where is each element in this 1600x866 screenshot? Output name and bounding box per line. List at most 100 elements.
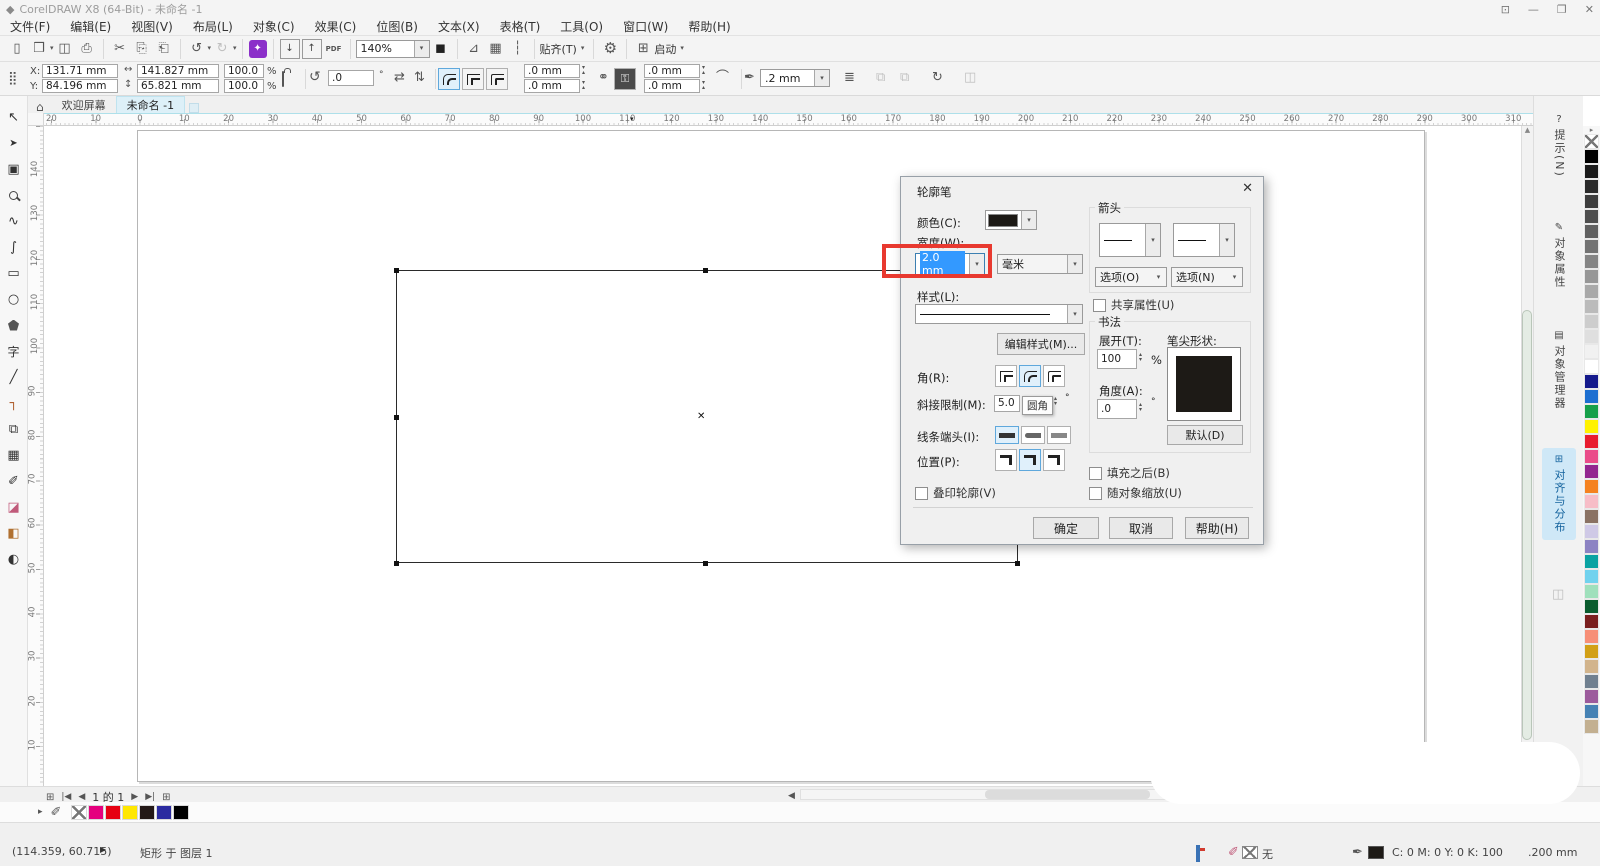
open-icon[interactable]: ❒: [29, 39, 49, 59]
palette-color-swatch[interactable]: [1584, 464, 1599, 479]
menu-text[interactable]: 文本(X): [428, 18, 490, 35]
horizontal-scrollbar-thumb[interactable]: [985, 790, 1150, 799]
transparency-tool[interactable]: ◐: [3, 546, 25, 572]
overprint-outline-checkbox[interactable]: [915, 487, 928, 500]
mirror-vertical-icon[interactable]: ⇅: [414, 71, 425, 84]
docker-tab-hints[interactable]: ? 提示(N): [1542, 108, 1576, 184]
polygon-tool[interactable]: [3, 312, 25, 338]
palette-color-swatch[interactable]: [1584, 554, 1599, 569]
arrow-options-n-button[interactable]: 选项(N) ▾: [1171, 267, 1243, 287]
corner-radius-3-spinner[interactable]: ▾▴: [702, 65, 705, 75]
zoom-level-combo[interactable]: 140% ▾: [356, 40, 430, 58]
save-icon[interactable]: ◫: [55, 39, 75, 59]
publish-pdf-icon[interactable]: PDF: [324, 39, 344, 59]
menu-layout[interactable]: 布局(L): [183, 18, 243, 35]
end-arrowhead-combo[interactable]: ▾: [1173, 223, 1235, 257]
nib-shape-preview[interactable]: [1167, 347, 1241, 421]
outline-position-center-button[interactable]: [1019, 449, 1041, 471]
fill-none-swatch[interactable]: [1242, 846, 1258, 859]
start-arrowhead-dropdown[interactable]: ▾: [1145, 224, 1160, 256]
palette-color-swatch[interactable]: [1584, 254, 1599, 269]
palette-scroll-up-icon[interactable]: ▸: [1583, 126, 1600, 134]
scale-with-object-checkbox[interactable]: [1089, 487, 1102, 500]
palette-color-swatch[interactable]: [1584, 419, 1599, 434]
cap-butt-button[interactable]: [995, 426, 1019, 444]
behind-fill-checkbox[interactable]: [1089, 467, 1102, 480]
palette-color-swatch[interactable]: [1584, 269, 1599, 284]
palette-color-swatch[interactable]: [1584, 494, 1599, 509]
menu-window[interactable]: 窗口(W): [613, 18, 678, 35]
corner-radius-4-spinner[interactable]: ▾▴: [702, 80, 705, 90]
corner-radius-1-field[interactable]: .0 mm: [524, 64, 580, 78]
menu-tools[interactable]: 工具(O): [550, 18, 613, 35]
menu-table[interactable]: 表格(T): [490, 18, 551, 35]
end-arrowhead-dropdown[interactable]: ▾: [1219, 224, 1234, 256]
palette-color-swatch[interactable]: [1584, 509, 1599, 524]
document-palette-swatch[interactable]: [71, 805, 87, 820]
palette-color-swatch[interactable]: [1584, 314, 1599, 329]
palette-color-swatch[interactable]: [1584, 704, 1599, 719]
menu-effects[interactable]: 效果(C): [305, 18, 367, 35]
palette-color-swatch[interactable]: [1584, 434, 1599, 449]
style-dropdown[interactable]: ▾: [1067, 305, 1082, 323]
palette-color-swatch[interactable]: [1584, 209, 1599, 224]
copy-icon[interactable]: ⎘: [132, 39, 152, 59]
palette-color-swatch[interactable]: [1584, 359, 1599, 374]
cut-icon[interactable]: ✂: [110, 39, 130, 59]
corner-bevel-button[interactable]: [1043, 365, 1065, 387]
show-grid-icon[interactable]: ▦: [486, 39, 506, 59]
palette-color-swatch[interactable]: [1584, 344, 1599, 359]
search-content-icon[interactable]: ✦: [249, 40, 267, 58]
nib-angle-spinner[interactable]: ▴▾: [1139, 402, 1142, 412]
default-button[interactable]: 默认(D): [1167, 425, 1243, 445]
menu-object[interactable]: 对象(C): [243, 18, 305, 35]
palette-color-swatch[interactable]: [1584, 179, 1599, 194]
ellipse-tool[interactable]: ○: [3, 286, 25, 312]
pick-tool[interactable]: ↖: [3, 104, 25, 130]
new-tab-button[interactable]: [189, 103, 199, 113]
selection-handle[interactable]: [703, 268, 708, 273]
proof-colors-icon[interactable]: [1196, 845, 1200, 862]
selection-handle[interactable]: [394, 561, 399, 566]
outline-width-combo[interactable]: .2 mm ▾: [760, 69, 830, 87]
lock-ratio-icon[interactable]: [282, 71, 284, 87]
width-field[interactable]: 141.827 mm: [137, 64, 219, 78]
corner-radius-2-field[interactable]: .0 mm: [524, 79, 580, 93]
palette-color-swatch[interactable]: [1584, 569, 1599, 584]
close-button[interactable]: ✕: [1585, 3, 1594, 16]
stretch-spinner[interactable]: ▴▾: [1139, 352, 1142, 362]
account-icon[interactable]: ⊡: [1501, 3, 1510, 16]
palette-color-swatch[interactable]: [1584, 659, 1599, 674]
shape-tool[interactable]: ➤: [3, 130, 25, 156]
transparency-icon[interactable]: ◫: [964, 71, 976, 84]
palette-color-swatch[interactable]: [1584, 614, 1599, 629]
options-gear-icon[interactable]: ⚙: [600, 39, 620, 59]
arrow-options-o-button[interactable]: 选项(O) ▾: [1095, 267, 1167, 287]
snap-to-dropdown[interactable]: ▾: [581, 45, 585, 52]
horizontal-ruler[interactable]: 2010010203040506070809010011012013014015…: [44, 113, 1533, 126]
ruler-origin-box[interactable]: [28, 113, 44, 126]
scroll-up-arrow[interactable]: ▲: [1522, 126, 1533, 134]
outline-width-dropdown[interactable]: ▾: [814, 70, 829, 86]
tab-untitled-document[interactable]: 未命名 -1: [116, 96, 185, 113]
docker-tab-object-manager[interactable]: ▤ 对象管理器: [1542, 324, 1576, 416]
stretch-field[interactable]: 100: [1097, 349, 1137, 369]
zoom-level-dropdown[interactable]: ▾: [414, 41, 429, 57]
cancel-button[interactable]: 取消: [1109, 517, 1173, 539]
corner-radius-1-spinner[interactable]: ▾▴: [582, 65, 585, 75]
tab-welcome-screen[interactable]: 欢迎屏幕: [52, 96, 116, 113]
freehand-tool[interactable]: ∿: [3, 208, 25, 234]
docker-collapsed-icon[interactable]: ◫: [1552, 588, 1564, 601]
artistic-media-tool[interactable]: ∫: [3, 234, 25, 260]
selection-handle[interactable]: [1015, 561, 1020, 566]
minimize-button[interactable]: —: [1528, 3, 1539, 16]
palette-color-swatch[interactable]: [1584, 629, 1599, 644]
selection-handle[interactable]: [394, 268, 399, 273]
eraser-tool[interactable]: ◪: [3, 494, 25, 520]
corner-radius-3-field[interactable]: .0 mm: [644, 64, 700, 78]
relative-corner-icon[interactable]: ⚭: [598, 71, 609, 84]
menu-edit[interactable]: 编辑(E): [60, 18, 121, 35]
selection-center-mark[interactable]: ✕: [697, 411, 705, 422]
snap-to-label[interactable]: 贴齐(T): [540, 41, 577, 57]
palette-color-swatch[interactable]: [1584, 644, 1599, 659]
